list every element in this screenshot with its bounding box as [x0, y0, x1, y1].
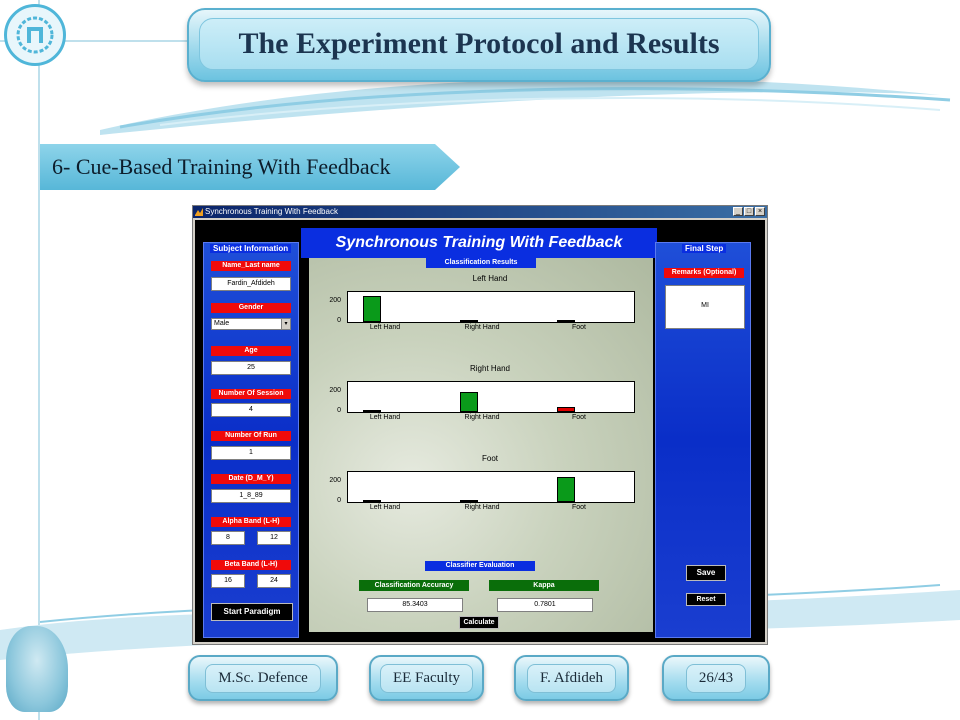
- window-title: Synchronous Training With Feedback: [205, 207, 338, 216]
- calculate-button[interactable]: Calculate: [459, 616, 499, 629]
- footer-faculty-label: EE Faculty: [379, 663, 474, 693]
- footer-page-number: 26/43: [662, 655, 770, 701]
- reset-button[interactable]: Reset: [686, 593, 726, 606]
- bar-foot: [557, 320, 575, 322]
- section-heading: 6- Cue-Based Training With Feedback: [40, 144, 460, 190]
- save-button[interactable]: Save: [686, 565, 726, 581]
- xtick-label: Left Hand: [369, 414, 401, 421]
- chart-axes-foot: [347, 471, 635, 503]
- session-input[interactable]: 4: [211, 403, 291, 417]
- ytick-label: 0: [337, 317, 341, 324]
- slide-title-box: The Experiment Protocol and Results: [187, 8, 771, 82]
- chart-title-foot: Foot: [481, 454, 498, 463]
- ytick-label: 200: [329, 477, 341, 484]
- gender-select[interactable]: Male ▾: [211, 318, 291, 330]
- app-window: Synchronous Training With Feedback _ □ ×…: [192, 205, 768, 645]
- age-label: Age: [211, 346, 291, 356]
- results-panel: Classification Results Left Hand 200 0 L…: [309, 258, 653, 632]
- subject-info-title: Subject Information: [210, 244, 292, 253]
- age-input[interactable]: 25: [211, 361, 291, 375]
- alpha-low-input[interactable]: 8: [211, 531, 245, 545]
- accuracy-label: Classification Accuracy: [359, 580, 469, 591]
- ytick-label: 200: [329, 387, 341, 394]
- footer-faculty: EE Faculty: [369, 655, 484, 701]
- chart-axes-right-hand: [347, 381, 635, 413]
- date-label: Date (D_M_Y): [211, 474, 291, 484]
- remarks-input[interactable]: MI: [665, 285, 745, 329]
- kappa-label: Kappa: [489, 580, 599, 591]
- slide-title: The Experiment Protocol and Results: [238, 27, 720, 60]
- bar-right-hand: [460, 320, 478, 322]
- beta-high-input[interactable]: 24: [257, 574, 291, 588]
- xtick-label: Foot: [571, 504, 586, 511]
- minimize-button[interactable]: _: [733, 207, 743, 216]
- ytick-label: 200: [329, 297, 341, 304]
- final-step-panel: Final Step Remarks (Optional) MI Save Re…: [655, 242, 751, 638]
- remarks-label: Remarks (Optional): [664, 268, 744, 278]
- xtick-label: Right Hand: [464, 504, 500, 511]
- gender-label: Gender: [211, 303, 291, 313]
- run-label: Number Of Run: [211, 431, 291, 441]
- footer-author: F. Afdideh: [514, 655, 629, 701]
- chart-title-left-hand: Left Hand: [472, 274, 508, 283]
- chart-title-right-hand: Right Hand: [469, 364, 511, 373]
- bar-left-hand: [363, 410, 381, 412]
- ytick-label: 0: [337, 497, 341, 504]
- footer-defence-label: M.Sc. Defence: [205, 663, 321, 693]
- footer-author-label: F. Afdideh: [527, 663, 616, 693]
- xtick-label: Left Hand: [369, 324, 401, 331]
- footer-defence: M.Sc. Defence: [188, 655, 338, 701]
- chevron-down-icon[interactable]: ▾: [281, 319, 290, 329]
- bar-foot: [557, 477, 575, 502]
- xtick-label: Right Hand: [464, 414, 500, 421]
- classifier-evaluation-title: Classifier Evaluation: [425, 561, 535, 571]
- accuracy-output: 85.3403: [367, 598, 463, 612]
- name-label: Name_Last name: [211, 261, 291, 271]
- gender-value: Male: [214, 320, 230, 327]
- classification-results-title: Classification Results: [426, 258, 536, 268]
- figure-canvas: Synchronous Training With Feedback Subje…: [195, 220, 765, 642]
- ytick-label: 0: [337, 407, 341, 414]
- bar-right-hand: [460, 392, 478, 412]
- matlab-figure-icon: [195, 208, 203, 216]
- xtick-label: Left Hand: [369, 504, 401, 511]
- bar-foot: [557, 407, 575, 412]
- footer-page-label: 26/43: [685, 663, 747, 693]
- beta-low-input[interactable]: 16: [211, 574, 245, 588]
- bar-right-hand: [460, 500, 478, 502]
- run-input[interactable]: 1: [211, 446, 291, 460]
- xtick-label: Right Hand: [464, 324, 500, 331]
- xtick-label: Foot: [571, 414, 586, 421]
- bar-left-hand: [363, 500, 381, 502]
- date-input[interactable]: 1_8_89: [211, 489, 291, 503]
- university-logo-icon: [4, 4, 66, 66]
- xtick-label: Foot: [571, 324, 586, 331]
- name-input[interactable]: Fardin_Afdideh: [211, 277, 291, 291]
- session-label: Number Of Session: [211, 389, 291, 399]
- final-step-title: Final Step: [682, 244, 727, 253]
- subject-info-panel: Subject Information Name_Last name Fardi…: [203, 242, 299, 638]
- section-heading-text: 6- Cue-Based Training With Feedback: [52, 154, 391, 179]
- alpha-band-label: Alpha Band (L-H): [211, 517, 291, 527]
- close-button[interactable]: ×: [755, 207, 765, 216]
- beta-band-label: Beta Band (L-H): [211, 560, 291, 570]
- gui-header: Synchronous Training With Feedback: [301, 228, 657, 258]
- bar-left-hand: [363, 296, 381, 322]
- head-profile-icon: [6, 626, 68, 712]
- alpha-high-input[interactable]: 12: [257, 531, 291, 545]
- window-titlebar[interactable]: Synchronous Training With Feedback _ □ ×: [193, 206, 767, 218]
- kappa-output: 0.7801: [497, 598, 593, 612]
- start-paradigm-button[interactable]: Start Paradigm: [211, 603, 293, 621]
- maximize-button[interactable]: □: [744, 207, 754, 216]
- chart-axes-left-hand: [347, 291, 635, 323]
